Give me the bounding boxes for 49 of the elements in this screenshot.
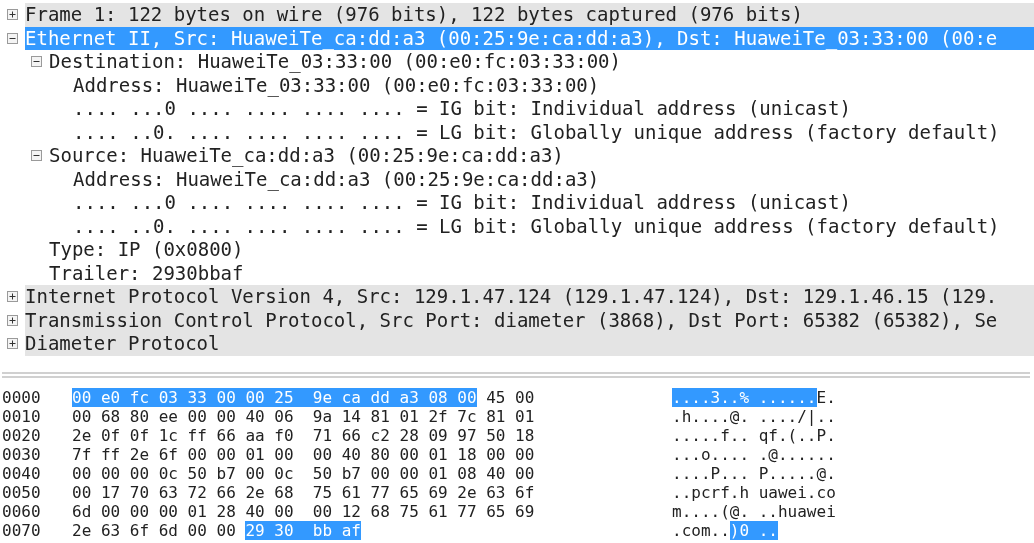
ascii-text: ....P... P.....@. [672,464,836,483]
offset-cell-text: 0050 [1,483,42,502]
tree-row[interactable]: Diameter Protocol [25,332,1034,356]
hex-bytes: 45 00 [485,388,535,407]
tree-row[interactable]: .... ...0 .... .... .... .... = IG bit: Individual address (unicast) [73,191,1034,215]
collapse-icon[interactable] [31,56,42,68]
hex-bytes: 00 00 00 0c 50 b7 00 0c 50 b7 00 00 01 08 40 00 [72,464,535,483]
ascii-text: m....(@. ..huawei [672,502,836,521]
expand-icon[interactable] [7,338,18,350]
tree-row[interactable]: Internet Protocol Version 4, Src: 129.1.47.124 (129.1.47.124), Dst: 129.1.46.15 (129. [25,285,1034,309]
tree-row[interactable]: Address: HuaweiTe_03:33:00 (00:e0:fc:03:33:00) [73,73,1034,97]
expand-icon[interactable] [7,291,18,303]
hex-bytes: 2e 63 6f 6d 00 00 [72,521,237,540]
ascii-text: .....f.. qf.(..P. [672,426,836,445]
ascii-text: ..pcrf.h uawei.co [672,483,836,502]
offset-cell-text: 0040 [1,464,42,483]
tree-row[interactable]: Transmission Control Protocol, Src Port: diameter (3868), Dst Port: 65382 (65382), Se [25,308,1034,332]
ascii-text: ...o.... .@...... [672,445,836,464]
expand-icon[interactable] [7,9,18,21]
tree-row[interactable]: Frame 1: 122 bytes on wire (976 bits), 122 bytes captured (976 bits) [25,3,1034,27]
offset-cell-text: 0010 [1,407,42,426]
hex-bytes: 7f ff 2e 6f 00 00 01 00 00 40 80 00 01 18 00 00 [72,445,535,464]
offset-cell-text: 0070 [1,521,42,540]
hex-bytes: 00 e0 fc 03 33 00 00 25 9e ca dd a3 08 00 [72,388,477,407]
collapse-icon[interactable] [31,150,42,162]
hex-bytes: 6d 00 00 00 01 28 40 00 00 12 68 75 61 77 65 69 [72,502,535,521]
ascii-text: )0 .. [729,521,778,540]
ascii-text: E. [816,388,836,407]
tree-row[interactable]: Destination: HuaweiTe_03:33:00 (00:e0:fc:03:33:00) [49,50,1034,74]
hex-bytes: 00 68 80 ee 00 00 40 06 9a 14 81 01 2f 7c 81 01 [72,407,535,426]
hex-bytes: 00 17 70 63 72 66 2e 68 75 61 77 65 69 2e 63 6f [72,483,535,502]
tree-row[interactable]: .... ...0 .... .... .... .... = IG bit: Individual address (unicast) [73,97,1034,121]
offset-cell-text: 0020 [1,426,42,445]
ascii-text: .h....@. ..../|.. [672,407,836,426]
tree-row[interactable]: Trailer: 2930bbaf [49,261,1034,285]
tree-row[interactable]: .... ..0. .... .... .... .... = LG bit: Globally unique address (factory default) [73,214,1034,238]
ascii-text: ....3..% ...... [672,388,817,407]
expand-icon[interactable] [7,314,18,326]
offset-cell-text: 0030 [1,445,42,464]
ascii-text: .com.. [672,521,730,540]
offset-cell-text: 0060 [1,502,42,521]
collapse-icon[interactable] [7,32,18,44]
tree-row[interactable]: Source: HuaweiTe_ca:dd:a3 (00:25:9e:ca:dd:a3) [49,144,1034,168]
tree-row[interactable]: .... ..0. .... .... .... .... = LG bit: Globally unique address (factory default) [73,120,1034,144]
tree-row[interactable]: Address: HuaweiTe_ca:dd:a3 (00:25:9e:ca:dd:a3) [73,167,1034,191]
hex-bytes: 2e 0f 0f 1c ff 66 aa f0 71 66 c2 28 09 97 50 18 [72,426,535,445]
hex-bytes: 29 30 bb af [245,521,361,540]
offset-cell-text: 0000 [1,388,42,407]
tree-row[interactable]: Type: IP (0x0800) [49,238,1034,262]
